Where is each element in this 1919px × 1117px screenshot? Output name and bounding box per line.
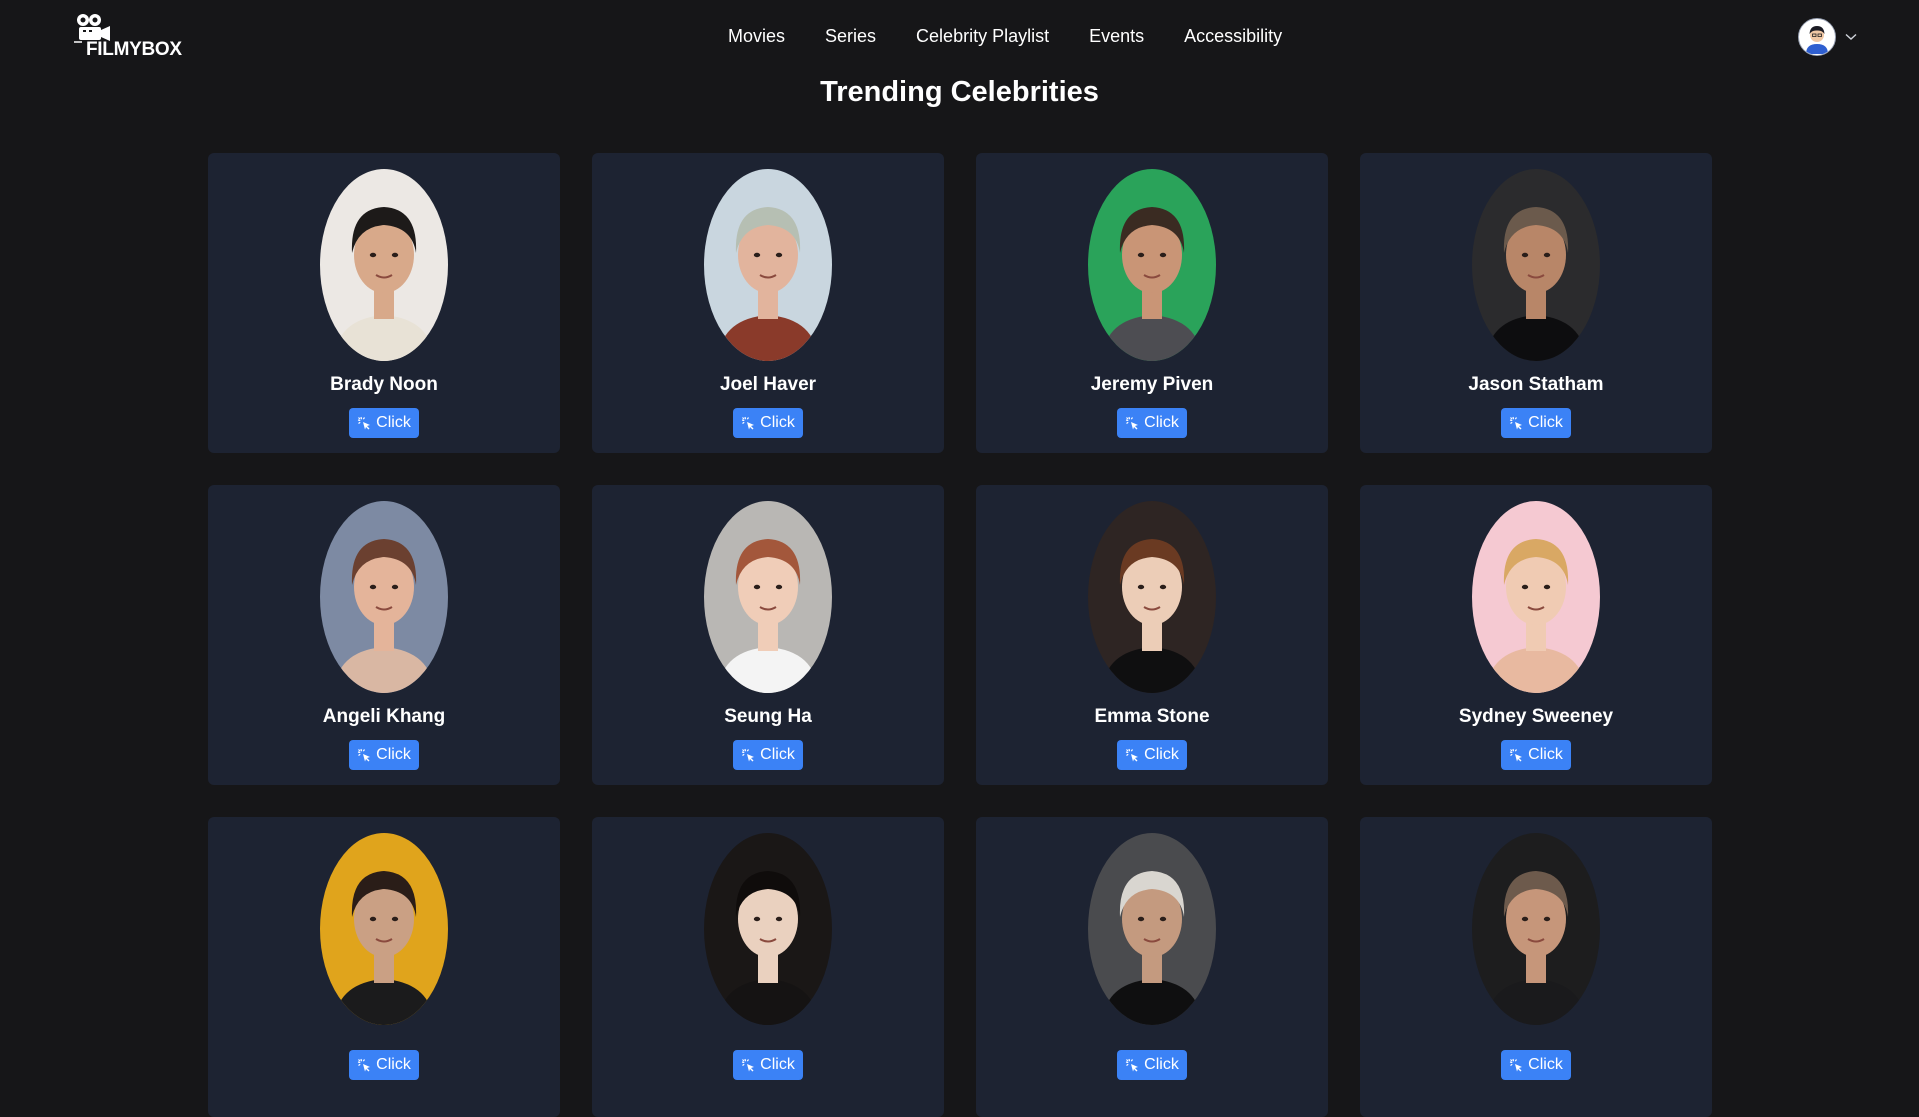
click-button[interactable]: Click — [733, 740, 803, 770]
main-nav: Movies Series Celebrity Playlist Events … — [728, 26, 1282, 47]
click-button[interactable]: Click — [733, 1050, 803, 1080]
brand-logo[interactable]: FILMYBOX — [72, 10, 202, 64]
click-button[interactable]: Click — [1117, 1050, 1187, 1080]
chevron-down-icon[interactable] — [1845, 33, 1857, 41]
click-button-label: Click — [760, 746, 795, 763]
celebrity-card[interactable]: Seung Ha Click — [592, 485, 944, 785]
celebrity-name: Brady Noon — [330, 374, 438, 395]
celebrity-name: Jeremy Piven — [1090, 374, 1214, 395]
click-button[interactable]: Click — [1501, 408, 1571, 438]
click-button[interactable]: Click — [349, 408, 419, 438]
celebrity-photo[interactable] — [320, 169, 448, 361]
cursor-click-icon — [741, 416, 755, 430]
celebrity-card[interactable]: Click — [1360, 817, 1712, 1117]
cursor-click-icon — [1509, 1058, 1523, 1072]
celebrity-name: Jason Statham — [1468, 374, 1604, 395]
cursor-click-icon — [357, 748, 371, 762]
profile-menu[interactable] — [1798, 18, 1857, 56]
celebrity-grid: Brady Noon Click Joel Haver Click Jeremy Piv… — [208, 153, 1712, 1117]
celebrity-card[interactable]: Jason Statham Click — [1360, 153, 1712, 453]
click-button-label: Click — [1144, 746, 1179, 763]
celebrity-name: Emma Stone — [1094, 706, 1210, 727]
click-button-label: Click — [760, 1056, 795, 1073]
top-nav-bar: FILMYBOX Movies Series Celebrity Playlis… — [0, 0, 1919, 76]
cursor-click-icon — [1125, 1058, 1139, 1072]
cursor-click-icon — [1509, 416, 1523, 430]
cursor-click-icon — [1125, 416, 1139, 430]
nav-celebrity-playlist[interactable]: Celebrity Playlist — [916, 26, 1049, 47]
click-button[interactable]: Click — [1501, 740, 1571, 770]
celebrity-photo[interactable] — [1088, 501, 1216, 693]
nav-movies[interactable]: Movies — [728, 26, 785, 47]
nav-series[interactable]: Series — [825, 26, 876, 47]
celebrity-card[interactable]: Click — [592, 817, 944, 1117]
click-button-label: Click — [1144, 1056, 1179, 1073]
page-title: Trending Celebrities — [820, 76, 1099, 108]
celebrity-photo[interactable] — [704, 833, 832, 1025]
click-button[interactable]: Click — [733, 408, 803, 438]
celebrity-name: Seung Ha — [724, 706, 812, 727]
celebrity-photo[interactable] — [704, 169, 832, 361]
celebrity-card[interactable]: Click — [976, 817, 1328, 1117]
click-button-label: Click — [1528, 1056, 1563, 1073]
click-button[interactable]: Click — [1117, 408, 1187, 438]
celebrity-name: Sydney Sweeney — [1458, 706, 1614, 727]
click-button-label: Click — [376, 746, 411, 763]
celebrity-card[interactable]: Click — [208, 817, 560, 1117]
cursor-click-icon — [1509, 748, 1523, 762]
celebrity-card[interactable]: Joel Haver Click — [592, 153, 944, 453]
celebrity-photo[interactable] — [1088, 169, 1216, 361]
celebrity-photo[interactable] — [1472, 833, 1600, 1025]
cursor-click-icon — [741, 1058, 755, 1072]
user-avatar[interactable] — [1798, 18, 1836, 56]
celebrity-photo[interactable] — [320, 833, 448, 1025]
nav-accessibility[interactable]: Accessibility — [1184, 26, 1282, 47]
celebrity-card[interactable]: Angeli Khang Click — [208, 485, 560, 785]
celebrity-photo[interactable] — [1472, 169, 1600, 361]
celebrity-card[interactable]: Emma Stone Click — [976, 485, 1328, 785]
click-button-label: Click — [760, 414, 795, 431]
cursor-click-icon — [357, 416, 371, 430]
cursor-click-icon — [357, 1058, 371, 1072]
celebrity-card[interactable]: Brady Noon Click — [208, 153, 560, 453]
click-button-label: Click — [1528, 746, 1563, 763]
celebrity-name: Angeli Khang — [322, 706, 446, 727]
click-button-label: Click — [376, 414, 411, 431]
click-button-label: Click — [1528, 414, 1563, 431]
celebrity-card[interactable]: Sydney Sweeney Click — [1360, 485, 1712, 785]
celebrity-name: Joel Haver — [719, 374, 817, 395]
celebrity-photo[interactable] — [1472, 501, 1600, 693]
click-button[interactable]: Click — [349, 740, 419, 770]
celebrity-photo[interactable] — [320, 501, 448, 693]
click-button[interactable]: Click — [1117, 740, 1187, 770]
cursor-click-icon — [741, 748, 755, 762]
click-button[interactable]: Click — [349, 1050, 419, 1080]
celebrity-photo[interactable] — [1088, 833, 1216, 1025]
brand-name: FILMYBOX — [86, 39, 182, 60]
click-button-label: Click — [1144, 414, 1179, 431]
cursor-click-icon — [1125, 748, 1139, 762]
celebrity-photo[interactable] — [704, 501, 832, 693]
click-button-label: Click — [376, 1056, 411, 1073]
click-button[interactable]: Click — [1501, 1050, 1571, 1080]
nav-events[interactable]: Events — [1089, 26, 1144, 47]
celebrity-card[interactable]: Jeremy Piven Click — [976, 153, 1328, 453]
